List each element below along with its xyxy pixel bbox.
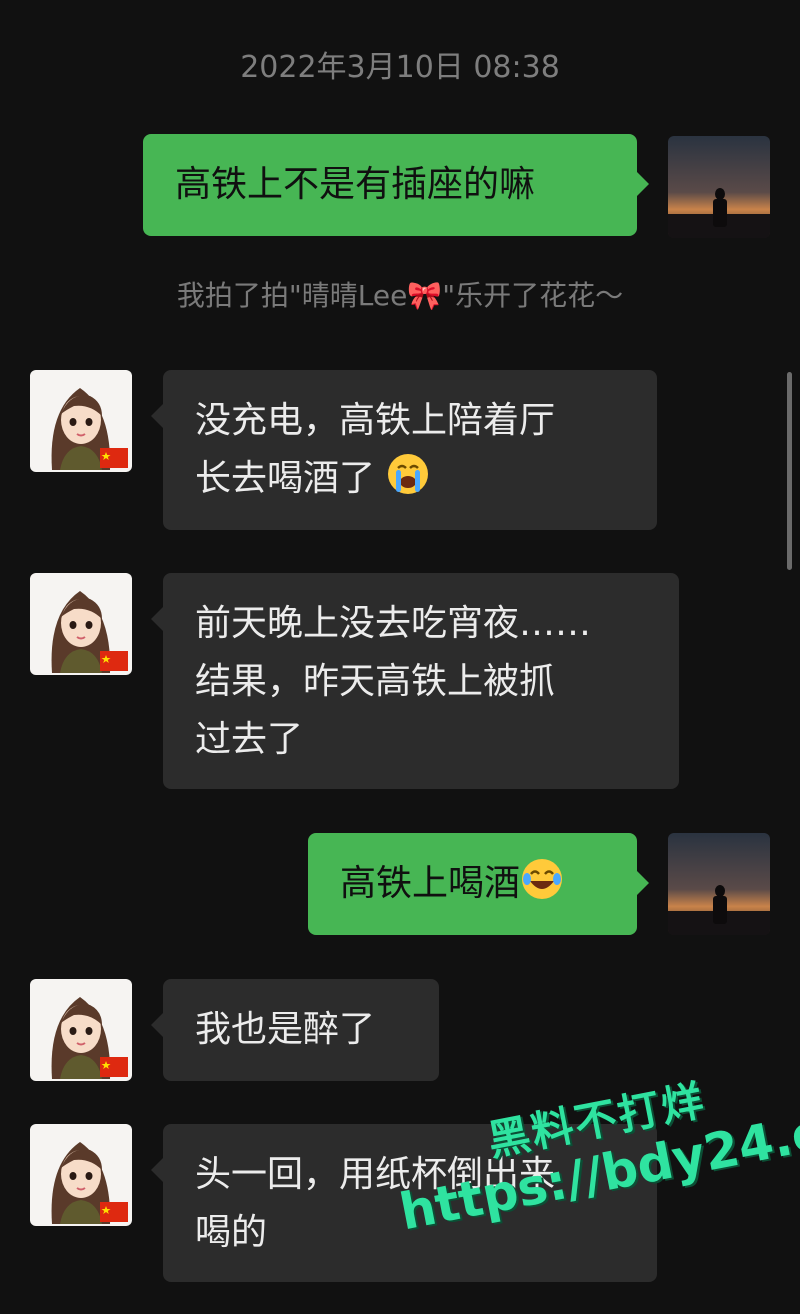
cartoon-girl-avatar-image: [30, 979, 132, 1081]
contact-avatar[interactable]: [30, 573, 132, 675]
pat-text-before: 我拍了拍"晴晴Lee: [176, 279, 408, 312]
message-bubble-incoming[interactable]: 前天晚上没去吃宵夜…… 结果，昨天高铁上被抓 过去了: [151, 573, 679, 789]
chat-timestamp: 2022年3月10日 08:38: [240, 50, 560, 85]
message-text: 高铁上不是有插座的嘛: [175, 164, 536, 205]
crying-face-emoji-icon: [388, 454, 429, 494]
contact-avatar[interactable]: [30, 979, 132, 1081]
sender-avatar[interactable]: [668, 136, 770, 238]
message-text-line: 结果，昨天高铁上被抓: [195, 661, 556, 702]
tears-of-joy-emoji-icon: [522, 859, 563, 899]
message-bubble-incoming[interactable]: 我也是醉了: [151, 979, 439, 1081]
message-text-line: 前天晚上没去吃宵夜……: [195, 603, 592, 644]
message-text-line: 长去喝酒了: [195, 458, 376, 499]
cartoon-girl-avatar-image: [30, 573, 132, 675]
sunset-silhouette-avatar-image: [668, 833, 770, 935]
contact-avatar[interactable]: [30, 370, 132, 472]
message-text-line: 没充电，高铁上陪着厅: [195, 400, 556, 441]
pat-text-after: "乐开了花花～: [442, 279, 624, 312]
message-bubble-incoming[interactable]: 头一回，用纸杯倒出来 喝的: [151, 1124, 657, 1282]
message-bubble-outgoing[interactable]: 高铁上喝酒: [308, 833, 649, 935]
message-bubble-outgoing[interactable]: 高铁上不是有插座的嘛: [143, 134, 649, 236]
sender-avatar[interactable]: [668, 833, 770, 935]
pat-system-message: 我拍了拍"晴晴Lee🎀"乐开了花花～: [0, 276, 800, 316]
message-text-line: 喝的: [195, 1212, 268, 1253]
message-bubble-incoming[interactable]: 没充电，高铁上陪着厅 长去喝酒了: [151, 370, 657, 530]
cartoon-girl-avatar-image: [30, 1124, 132, 1226]
message-text-line: 过去了: [195, 719, 304, 760]
bow-emoji: 🎀: [407, 279, 443, 312]
chat-scrollbar[interactable]: [787, 372, 792, 570]
message-text: 高铁上喝酒: [340, 863, 521, 904]
message-text: 我也是醉了: [195, 1009, 376, 1050]
message-text-line: 头一回，用纸杯倒出来: [195, 1154, 556, 1195]
cartoon-girl-avatar-image: [30, 370, 132, 472]
contact-avatar[interactable]: [30, 1124, 132, 1226]
sunset-silhouette-avatar-image: [668, 136, 770, 238]
